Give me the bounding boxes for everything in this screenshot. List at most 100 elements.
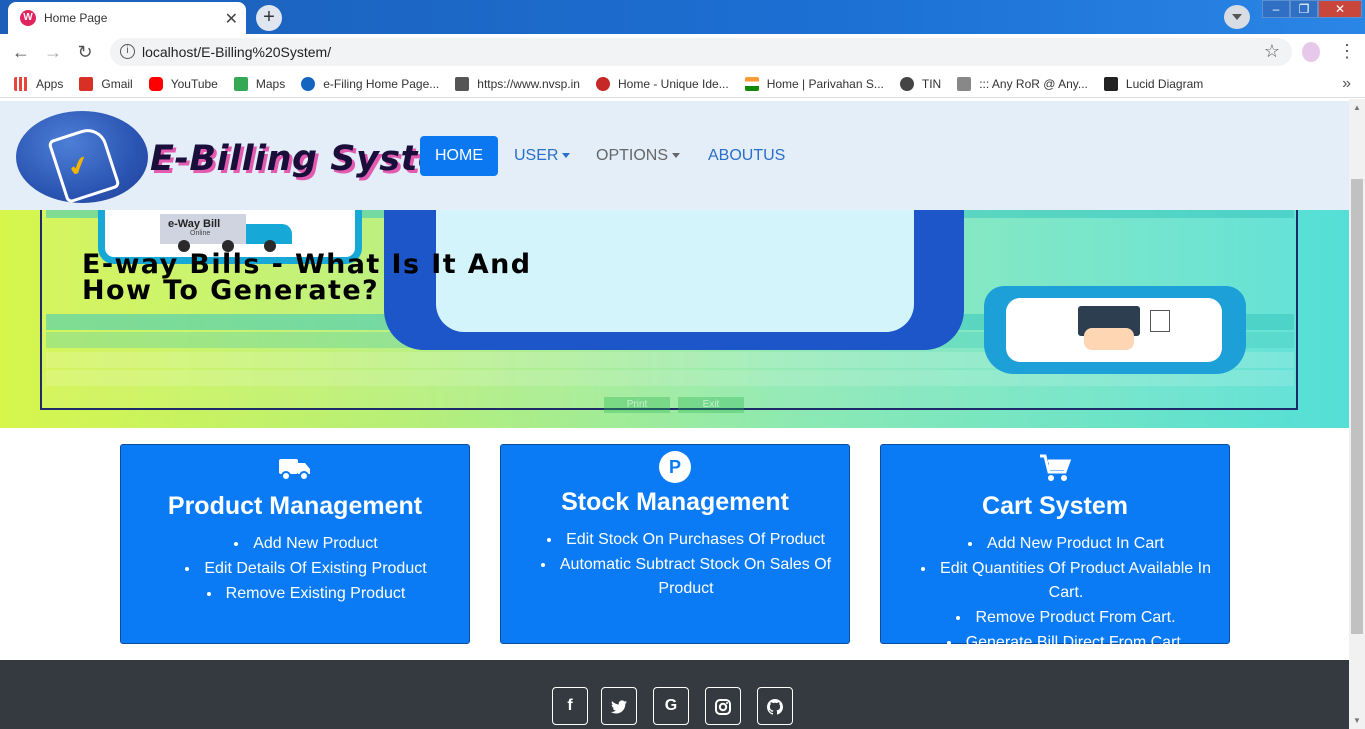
list-item: Generate Bill Direct From Cart.	[903, 630, 1229, 655]
truck-label: e-Way Bill	[168, 218, 221, 230]
apps-grid-icon	[14, 76, 28, 91]
page-viewport: ✔ E-Billing System HOME USER OPTIONS ABO…	[0, 99, 1349, 729]
twitter-icon[interactable]	[601, 687, 637, 725]
calculator-shape	[1150, 310, 1170, 332]
list-item: Edit Stock On Purchases Of Product	[523, 527, 849, 552]
sheet-buttons: Print Exit	[604, 394, 752, 413]
browser-toolbar: ← → ↻ i localhost/E-Billing%20System/ ☆ …	[0, 34, 1365, 70]
hero-banner-image: e-Way Bill Online E-way Bills - What Is …	[0, 210, 1349, 428]
extension-icon[interactable]	[1302, 42, 1320, 62]
feature-title: Stock Management	[561, 488, 789, 516]
feature-card-cart[interactable]: Cart System Add New Product In Cart Edit…	[880, 444, 1230, 651]
bookmark-tin[interactable]: TIN	[899, 76, 941, 91]
site-navbar: ✔ E-Billing System HOME USER OPTIONS ABO…	[0, 101, 1349, 210]
bookmark-maps[interactable]: Maps	[233, 76, 285, 91]
browser-menu-icon[interactable]: ⋮	[1338, 41, 1356, 62]
computer-illustration	[1054, 306, 1174, 354]
feature-list: Edit Stock On Purchases Of Product Autom…	[501, 527, 849, 601]
cart-icon	[1038, 453, 1072, 487]
feature-card-stock[interactable]: P Stock Management Edit Stock On Purchas…	[500, 444, 850, 644]
sheet-print-button: Print	[604, 397, 670, 413]
scrollbar-thumb[interactable]	[1351, 179, 1363, 634]
forward-arrow-icon[interactable]: →	[42, 41, 64, 63]
truck-body: e-Way Bill Online	[160, 214, 246, 244]
address-bar[interactable]: i localhost/E-Billing%20System/ ☆	[110, 38, 1292, 66]
facebook-icon[interactable]: f	[552, 687, 588, 725]
caret-down-icon	[672, 153, 681, 159]
emblem-icon	[957, 76, 972, 91]
bookmark-lucid[interactable]: Lucid Diagram	[1103, 76, 1203, 91]
truck-icon-svg	[279, 459, 310, 481]
list-item: Remove Existing Product	[143, 581, 469, 606]
github-icon[interactable]	[757, 687, 793, 725]
nav-user-dropdown[interactable]: USER	[514, 136, 571, 176]
new-tab-button[interactable]: +	[256, 5, 282, 31]
feature-title: Cart System	[982, 492, 1128, 520]
bookmark-gmail[interactable]: Gmail	[79, 76, 133, 91]
parking-icon: P	[659, 451, 691, 483]
bookmark-efiling[interactable]: e-Filing Home Page...	[301, 76, 439, 91]
feature-list: Add New Product In Cart Edit Quantities …	[881, 531, 1229, 655]
list-item: Add New Product In Cart	[903, 531, 1229, 556]
lucid-icon	[1103, 76, 1118, 91]
page-scrollbar[interactable]: ▲ ▼	[1349, 99, 1365, 729]
browser-tab[interactable]: W Home Page ✕	[8, 2, 246, 34]
list-item: Remove Product From Cart.	[903, 605, 1229, 630]
window-restore-button[interactable]: ❐	[1290, 0, 1318, 18]
cart-icon-svg	[1040, 454, 1072, 481]
bookmark-parivahan[interactable]: Home | Parivahan S...	[744, 76, 884, 91]
scroll-up-arrow-icon[interactable]: ▲	[1353, 103, 1361, 112]
back-arrow-icon[interactable]: ←	[10, 41, 32, 63]
site-info-icon[interactable]: i	[120, 44, 135, 59]
bookmark-star-icon[interactable]: ☆	[1264, 41, 1280, 62]
feature-list: Add New Product Edit Details Of Existing…	[121, 531, 469, 606]
twitter-icon-svg	[611, 700, 627, 714]
instagram-icon-svg	[715, 699, 731, 715]
scroll-down-arrow-icon[interactable]: ▼	[1353, 716, 1361, 725]
url-text[interactable]: localhost/E-Billing%20System/	[142, 44, 331, 60]
features-section: Product Management Add New Product Edit …	[0, 444, 1349, 651]
bookmark-ror[interactable]: ::: Any RoR @ Any...	[957, 76, 1088, 91]
window-close-button[interactable]: ✕	[1318, 0, 1362, 18]
truck-icon	[278, 453, 312, 487]
bookmark-uidai[interactable]: Home - Unique Ide...	[595, 76, 729, 91]
site-logo[interactable]: ✔	[16, 111, 148, 205]
list-item: Automatic Subtract Stock On Sales Of Pro…	[523, 552, 849, 601]
window-minimize-button[interactable]: ‒	[1262, 0, 1290, 18]
nav-options-dropdown[interactable]: OPTIONS	[596, 136, 681, 176]
bookmark-nvsp[interactable]: https://www.nvsp.in	[455, 76, 580, 91]
wamp-favicon-icon: W	[20, 10, 36, 26]
youtube-icon	[148, 76, 163, 91]
india-flag-icon	[744, 76, 759, 91]
bookmark-apps[interactable]: Apps	[14, 76, 63, 91]
nav-options-label: OPTIONS	[596, 147, 669, 164]
nvsp-icon	[455, 76, 470, 91]
typing-hands	[1084, 328, 1134, 350]
tab-close-icon[interactable]: ✕	[225, 9, 238, 29]
uidai-icon	[595, 76, 610, 91]
computer-card	[984, 286, 1246, 374]
sheet-exit-button: Exit	[678, 397, 744, 413]
nav-home[interactable]: HOME	[420, 136, 498, 176]
truck-illustration: e-Way Bill Online	[160, 212, 295, 252]
tab-title: Home Page	[44, 11, 108, 25]
nav-aboutus[interactable]: ABOUTUS	[708, 136, 785, 176]
bookmarks-bar: Apps Gmail YouTube Maps e-Filing Home Pa…	[0, 70, 1365, 98]
list-item: Edit Quantities Of Product Available In …	[903, 556, 1229, 605]
ie-icon	[301, 76, 316, 91]
caret-down-icon	[562, 153, 571, 159]
list-item: Add New Product	[143, 531, 469, 556]
bookmarks-overflow-icon[interactable]: »	[1342, 75, 1351, 93]
truck-sublabel: Online	[190, 230, 211, 237]
reload-icon[interactable]: ↻	[74, 41, 96, 63]
bookmark-youtube[interactable]: YouTube	[148, 76, 218, 91]
browser-profile-dropdown-icon[interactable]	[1224, 5, 1250, 29]
google-icon[interactable]: G	[653, 687, 689, 725]
browser-titlebar: W Home Page ✕ + ‒ ❐ ✕	[0, 0, 1365, 34]
computer-card-inner	[1006, 298, 1222, 362]
list-item: Edit Details Of Existing Product	[143, 556, 469, 581]
globe-icon	[899, 76, 914, 91]
feature-card-product[interactable]: Product Management Add New Product Edit …	[120, 444, 470, 644]
instagram-icon[interactable]	[705, 687, 741, 725]
gmail-icon	[79, 76, 94, 91]
